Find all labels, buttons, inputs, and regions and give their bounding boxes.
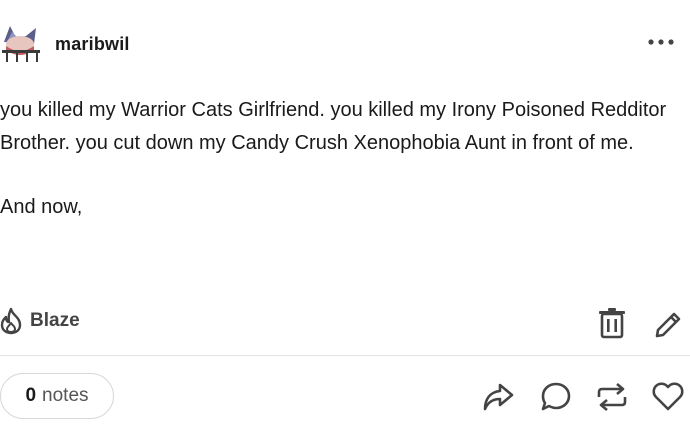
blaze-label: Blaze	[30, 310, 80, 331]
trash-icon	[599, 308, 625, 339]
speech-bubble-icon	[541, 382, 571, 411]
edit-button[interactable]	[654, 308, 686, 340]
avatar-image	[0, 20, 42, 62]
post-tools-row: Blaze	[0, 304, 690, 344]
notes-button[interactable]: 0 notes	[0, 373, 114, 419]
divider	[0, 355, 690, 356]
share-arrow-icon	[483, 383, 514, 411]
post-paragraph: And now,	[0, 196, 83, 218]
avatar[interactable]	[0, 20, 42, 62]
post-header: maribwil	[0, 20, 690, 66]
reblog-button[interactable]	[596, 381, 628, 413]
flame-icon	[0, 307, 22, 335]
reply-button[interactable]	[540, 381, 572, 413]
blog-name[interactable]: maribwil	[55, 34, 130, 55]
post-body: you killed my Warrior Cats Girlfriend. y…	[0, 94, 680, 224]
notes-label: notes	[42, 385, 89, 406]
share-button[interactable]	[482, 381, 514, 413]
reblog-icon	[597, 383, 627, 411]
like-button[interactable]	[652, 381, 684, 413]
post-footer: 0 notes	[0, 373, 690, 423]
notes-count: 0	[25, 385, 37, 406]
more-dots-icon	[648, 39, 674, 45]
heart-icon	[652, 382, 684, 411]
delete-button[interactable]	[598, 308, 628, 340]
blaze-button[interactable]: Blaze	[0, 307, 80, 335]
more-options-button[interactable]	[646, 30, 676, 54]
pencil-icon	[655, 312, 681, 338]
post-paragraph: you killed my Warrior Cats Girlfriend. y…	[0, 99, 667, 154]
